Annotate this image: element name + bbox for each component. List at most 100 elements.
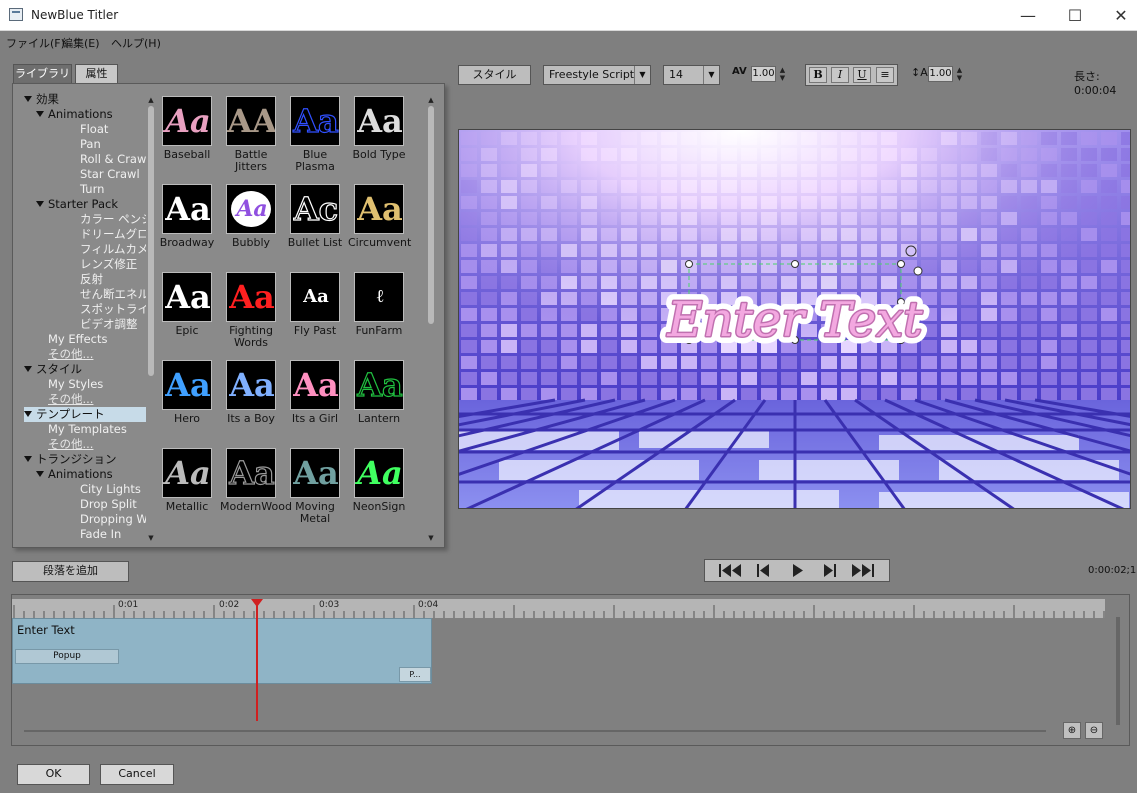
skip-to-start-icon[interactable]	[715, 562, 745, 579]
tree-item[interactable]: その他...	[48, 392, 93, 407]
preview-text[interactable]: Enter Text	[667, 292, 924, 348]
tree-item[interactable]: Roll & Crawl	[80, 152, 146, 167]
minimize-button[interactable]: —	[1005, 0, 1051, 31]
underline-button[interactable]: U	[853, 67, 871, 83]
template-preview-image: Aa	[162, 360, 212, 410]
tree-item[interactable]: Dropping W...	[80, 512, 146, 527]
tree-item[interactable]: ドリームグロー	[80, 227, 146, 242]
tree-item[interactable]: 効果	[24, 92, 59, 107]
step-forward-icon[interactable]	[815, 562, 845, 579]
tree-scrollbar[interactable]: ▲ ▼	[147, 96, 155, 542]
tree-item[interactable]: その他...	[48, 347, 93, 362]
add-paragraph-button[interactable]: 段落を追加	[12, 561, 129, 582]
tree-item[interactable]: My Templates	[48, 422, 127, 437]
skip-to-end-icon[interactable]	[848, 562, 878, 579]
template-preview-image: Aa	[162, 448, 212, 498]
tree-scroll-thumb[interactable]	[148, 106, 154, 376]
cancel-button[interactable]: Cancel	[100, 764, 174, 785]
tree-item[interactable]: スポットライト	[80, 302, 146, 317]
tree-item[interactable]: My Effects	[48, 332, 107, 347]
leading-input[interactable]: 1.00	[928, 66, 953, 82]
scroll-up-arrow-icon[interactable]: ▲	[427, 96, 435, 104]
tree-item[interactable]: テンプレート	[24, 407, 146, 422]
tree-item-label: My Templates	[48, 422, 127, 436]
tree-item[interactable]: せん断エネルギー	[80, 287, 146, 302]
timeline-horizontal-scrollbar[interactable]	[24, 730, 1046, 732]
template-preview-glyph: Aa	[229, 366, 275, 404]
playhead[interactable]	[256, 599, 258, 721]
tree-item[interactable]: Animations	[36, 107, 113, 122]
tree-item[interactable]: My Styles	[48, 377, 103, 392]
leading-spinner[interactable]: ▲ ▼	[955, 66, 964, 82]
tree-item[interactable]: Float	[80, 122, 108, 137]
tree-item[interactable]: スタイル	[24, 362, 82, 377]
tree-item[interactable]: 反射	[80, 272, 103, 287]
tree-item[interactable]: トランジション	[24, 452, 117, 467]
scroll-down-arrow-icon[interactable]: ▼	[427, 534, 435, 542]
tree-item[interactable]: Turn	[80, 182, 104, 197]
scroll-up-arrow-icon[interactable]: ▲	[147, 96, 155, 104]
zoom-out-icon[interactable]: ⊖	[1085, 722, 1103, 739]
italic-button[interactable]: I	[831, 67, 849, 83]
align-button[interactable]: ≡	[876, 67, 894, 83]
step-back-icon[interactable]	[748, 562, 778, 579]
template-label: Circumvent	[348, 236, 412, 249]
expand-triangle-icon[interactable]	[24, 411, 32, 417]
tree-item[interactable]: フィルムカメラ	[80, 242, 146, 257]
tree-item[interactable]: Fade In	[80, 527, 121, 542]
scroll-down-arrow-icon[interactable]: ▼	[147, 534, 155, 542]
tree-item[interactable]: City Lights	[80, 482, 141, 497]
tab-attributes[interactable]: 属性	[75, 64, 118, 83]
zoom-in-icon[interactable]: ⊕	[1063, 722, 1081, 739]
tree-item-label: Drop Split	[80, 497, 137, 511]
format-buttons: B I U ≡	[805, 64, 898, 86]
tree-item[interactable]: カラー ペンシル	[80, 212, 146, 227]
ok-button[interactable]: OK	[17, 764, 90, 785]
grid-scrollbar[interactable]: ▲ ▼	[427, 96, 435, 542]
time-ruler[interactable]: 0:01 0:02 0:03 0:04	[12, 599, 1105, 618]
tree-item[interactable]: Starter Pack	[36, 197, 118, 212]
template-label: Baseball	[163, 148, 211, 161]
menu-help[interactable]: ヘルプ(H)	[111, 35, 161, 51]
style-button[interactable]: スタイル	[458, 65, 531, 85]
tab-library[interactable]: ライブラリ	[13, 64, 72, 83]
expand-triangle-icon[interactable]	[36, 201, 44, 207]
tree-item[interactable]: Star Crawl	[80, 167, 140, 182]
font-size-select[interactable]: 14 ▼	[663, 65, 720, 85]
expand-triangle-icon[interactable]	[24, 96, 32, 102]
font-select[interactable]: Freestyle Script ▼	[543, 65, 651, 85]
expand-triangle-icon[interactable]	[24, 456, 32, 462]
tree-item[interactable]: その他...	[48, 437, 93, 452]
tree-item[interactable]: レンズ修正	[80, 257, 137, 272]
template-preview-image: Aa	[162, 96, 212, 146]
tree-item[interactable]: Drop Split	[80, 497, 137, 512]
tree-item-label: City Lights	[80, 482, 141, 496]
template-preview-image: Aa	[226, 360, 276, 410]
menu-edit[interactable]: 編集(E)	[62, 35, 100, 51]
timeline-vertical-scrollbar[interactable]	[1116, 617, 1120, 725]
grid-scroll-thumb[interactable]	[428, 106, 434, 324]
clip-effect-button[interactable]: Popup	[15, 649, 119, 664]
tree-item-label: Turn	[80, 182, 105, 196]
title-clip[interactable]: Enter Text Popup P...	[12, 618, 432, 684]
tree-item-label: スポットライト	[80, 302, 146, 316]
expand-triangle-icon[interactable]	[36, 471, 44, 477]
bold-button[interactable]: B	[809, 67, 827, 83]
menu-file[interactable]: ファイル(F)	[6, 35, 65, 51]
playhead-marker-icon[interactable]	[251, 599, 263, 607]
preview-canvas[interactable]: Enter Text Enter Text Enter Text	[458, 129, 1131, 509]
tree-item[interactable]: Animations	[36, 467, 113, 482]
tree-item[interactable]: Pan	[80, 137, 101, 152]
tree-item[interactable]: ビデオ調整	[80, 317, 138, 332]
play-icon[interactable]	[782, 562, 812, 579]
kerning-input[interactable]: 1.00	[751, 66, 776, 82]
maximize-button[interactable]: ☐	[1052, 0, 1098, 31]
template-label: Bullet List	[287, 236, 343, 249]
ruler-label: 0:02	[219, 600, 240, 610]
kerning-spinner[interactable]: ▲ ▼	[778, 66, 787, 82]
expand-triangle-icon[interactable]	[24, 366, 32, 372]
clip-end-effect-button[interactable]: P...	[399, 667, 431, 682]
close-button[interactable]: ✕	[1098, 0, 1137, 31]
expand-triangle-icon[interactable]	[36, 111, 44, 117]
window-title: NewBlue Titler	[31, 8, 119, 22]
